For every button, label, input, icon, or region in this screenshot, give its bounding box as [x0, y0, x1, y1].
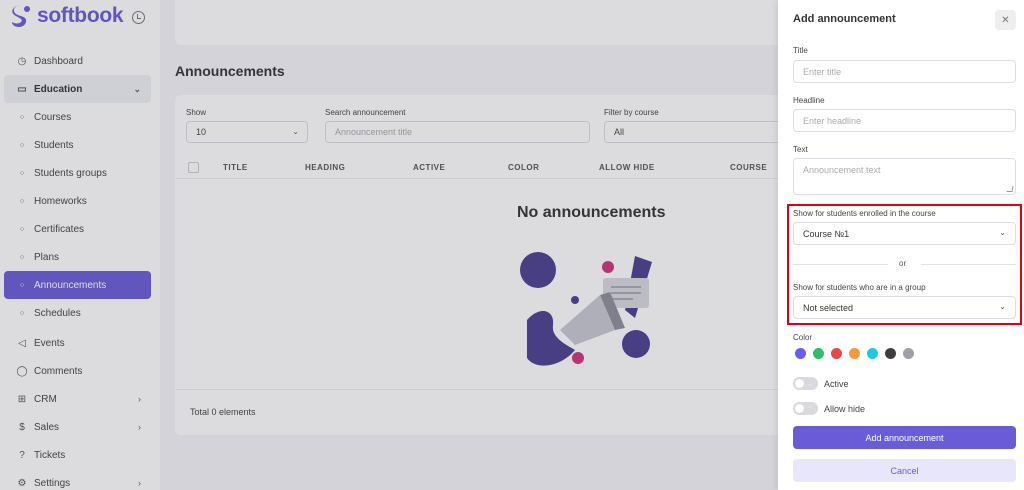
headline-label: Headline [793, 96, 825, 105]
allow-hide-toggle[interactable] [793, 402, 818, 415]
color-swatch-cyan[interactable] [867, 348, 878, 359]
close-icon: ✕ [1001, 14, 1010, 26]
active-label: Active [824, 378, 849, 389]
color-label: Color [793, 333, 813, 342]
resize-handle-icon[interactable] [1006, 186, 1014, 192]
text-textarea[interactable]: Announcement text [793, 158, 1016, 195]
add-announcement-drawer: Add announcement ✕ Title Enter title Hea… [778, 0, 1024, 490]
color-swatch-red[interactable] [831, 348, 842, 359]
text-label: Text [793, 145, 808, 154]
active-toggle-row: Active [793, 377, 849, 390]
modal-backdrop[interactable] [0, 0, 778, 490]
headline-input[interactable]: Enter headline [793, 109, 1016, 132]
close-button[interactable]: ✕ [995, 10, 1016, 30]
color-swatch-purple[interactable] [795, 348, 806, 359]
allow-hide-toggle-row: Allow hide [793, 402, 865, 415]
highlight-box [787, 204, 1022, 325]
color-swatch-orange[interactable] [849, 348, 860, 359]
color-swatch-black[interactable] [885, 348, 896, 359]
active-toggle[interactable] [793, 377, 818, 390]
allow-hide-label: Allow hide [824, 403, 866, 414]
text-placeholder: Announcement text [803, 165, 881, 175]
add-announcement-button[interactable]: Add announcement [793, 426, 1016, 449]
color-swatch-green[interactable] [813, 348, 824, 359]
cancel-button[interactable]: Cancel [793, 459, 1016, 482]
color-picker [795, 348, 921, 359]
title-input[interactable]: Enter title [793, 60, 1016, 83]
title-label: Title [793, 46, 808, 55]
color-swatch-gray[interactable] [903, 348, 914, 359]
drawer-title: Add announcement [793, 13, 896, 25]
